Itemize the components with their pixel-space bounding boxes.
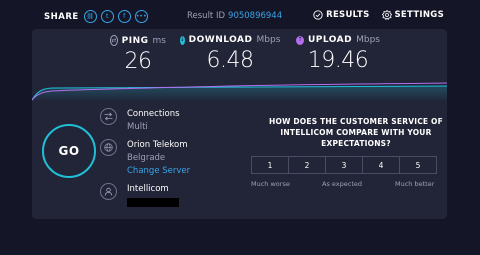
host-info: Intellicom: [100, 183, 179, 207]
download-arrow-icon: ↓: [179, 35, 185, 45]
isp-name: Orion Telekom: [127, 140, 188, 150]
rating-option-3[interactable]: 3: [325, 156, 363, 174]
connections-value: Multi: [127, 122, 148, 132]
more-icon[interactable]: •••: [134, 10, 148, 23]
user-icon: [100, 183, 117, 200]
ping-label: PING: [121, 35, 149, 46]
upload-label: UPLOAD: [307, 35, 353, 45]
speed-graph: [32, 82, 447, 102]
ping-unit: ms: [152, 35, 166, 46]
host-name: Intellicom: [127, 184, 169, 194]
upload-metric: ↑ UPLOAD Mbps 19.46: [296, 35, 380, 73]
result-id: Result ID 9050896944: [187, 11, 282, 21]
ping-icon: ⇄: [110, 35, 118, 46]
scale-high-label: Much better: [395, 180, 435, 188]
isp-info: Orion Telekom Belgrade Change Server: [100, 139, 190, 178]
connections-info: Connections Multi: [100, 108, 180, 134]
result-id-label: Result ID: [187, 11, 226, 21]
rating-option-5[interactable]: 5: [399, 156, 437, 174]
gear-icon: [381, 10, 392, 20]
server-location: Belgrade: [127, 153, 166, 163]
rating-scale: 1 2 3 4 5: [251, 156, 437, 174]
ping-value: 26: [124, 49, 153, 74]
results-button[interactable]: RESULTS: [313, 10, 369, 20]
upload-value: 19.46: [307, 48, 369, 73]
results-panel: ⇄ PING ms 26 ↓ DOWNLOAD Mbps 6.48 ↑ UPLO…: [32, 29, 447, 219]
ping-metric: ⇄ PING ms 26: [110, 35, 166, 74]
rating-option-2[interactable]: 2: [288, 156, 326, 174]
check-circle-icon: [313, 10, 323, 20]
connections-icon: [100, 108, 117, 125]
settings-button[interactable]: SETTINGS: [381, 10, 445, 20]
facebook-icon[interactable]: f: [117, 10, 131, 23]
download-graph-fill: [32, 86, 447, 102]
scale-mid-label: As expected: [322, 180, 363, 188]
connections-label: Connections: [127, 109, 180, 119]
download-label: DOWNLOAD: [188, 35, 253, 45]
share-bar: SHARE ⛓ t f •••: [44, 10, 152, 23]
download-value: 6.48: [206, 48, 254, 73]
survey-question: HOW DOES THE CUSTOMER SERVICE OF INTELLI…: [269, 117, 443, 148]
results-label: RESULTS: [326, 10, 370, 20]
download-unit: Mbps: [256, 35, 281, 45]
rating-option-1[interactable]: 1: [251, 156, 289, 174]
globe-icon: [100, 139, 117, 156]
share-label: SHARE: [44, 11, 79, 22]
link-icon[interactable]: ⛓: [83, 10, 97, 23]
upload-unit: Mbps: [356, 35, 380, 45]
settings-label: SETTINGS: [394, 10, 444, 20]
scale-low-label: Much worse: [251, 180, 290, 188]
rating-option-4[interactable]: 4: [362, 156, 400, 174]
download-metric: ↓ DOWNLOAD Mbps 6.48: [179, 35, 281, 73]
top-nav: RESULTS SETTINGS: [301, 10, 444, 20]
result-id-value[interactable]: 9050896944: [228, 11, 282, 21]
go-button[interactable]: GO: [42, 124, 96, 178]
twitter-icon[interactable]: t: [100, 10, 114, 23]
redacted-ip: [127, 198, 179, 207]
upload-arrow-icon: ↑: [296, 35, 304, 45]
change-server-link[interactable]: Change Server: [127, 165, 190, 178]
